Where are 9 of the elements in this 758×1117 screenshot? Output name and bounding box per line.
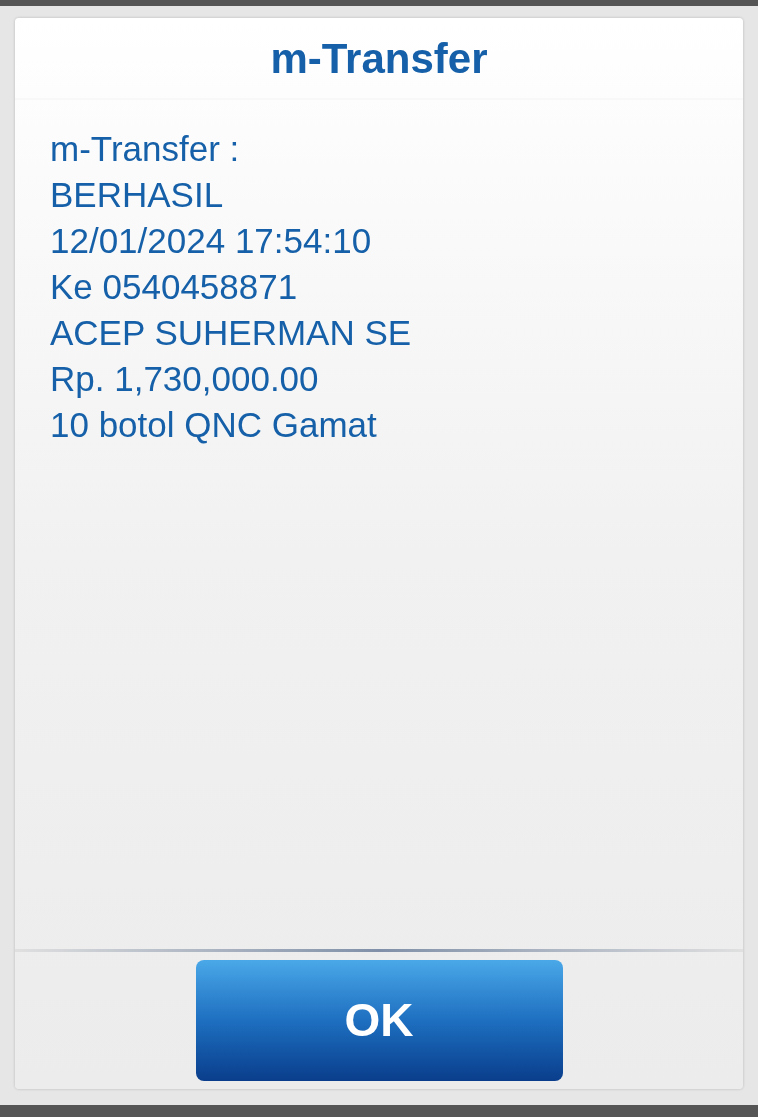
message-line: 12/01/2024 17:54:10 <box>50 220 372 262</box>
message-line: Ke 0540458871 <box>50 266 298 308</box>
ok-button[interactable]: OK <box>195 960 563 1081</box>
message-line: m-Transfer : <box>50 128 240 170</box>
message-line: 10 botol QNC Gamat <box>50 404 377 446</box>
message-line: ACEP SUHERMAN SE <box>50 312 412 354</box>
message-line: BERHASIL <box>50 174 224 216</box>
message-line: Rp. 1,730,000.00 <box>50 358 319 400</box>
dialog-title: m-Transfer <box>270 33 488 84</box>
